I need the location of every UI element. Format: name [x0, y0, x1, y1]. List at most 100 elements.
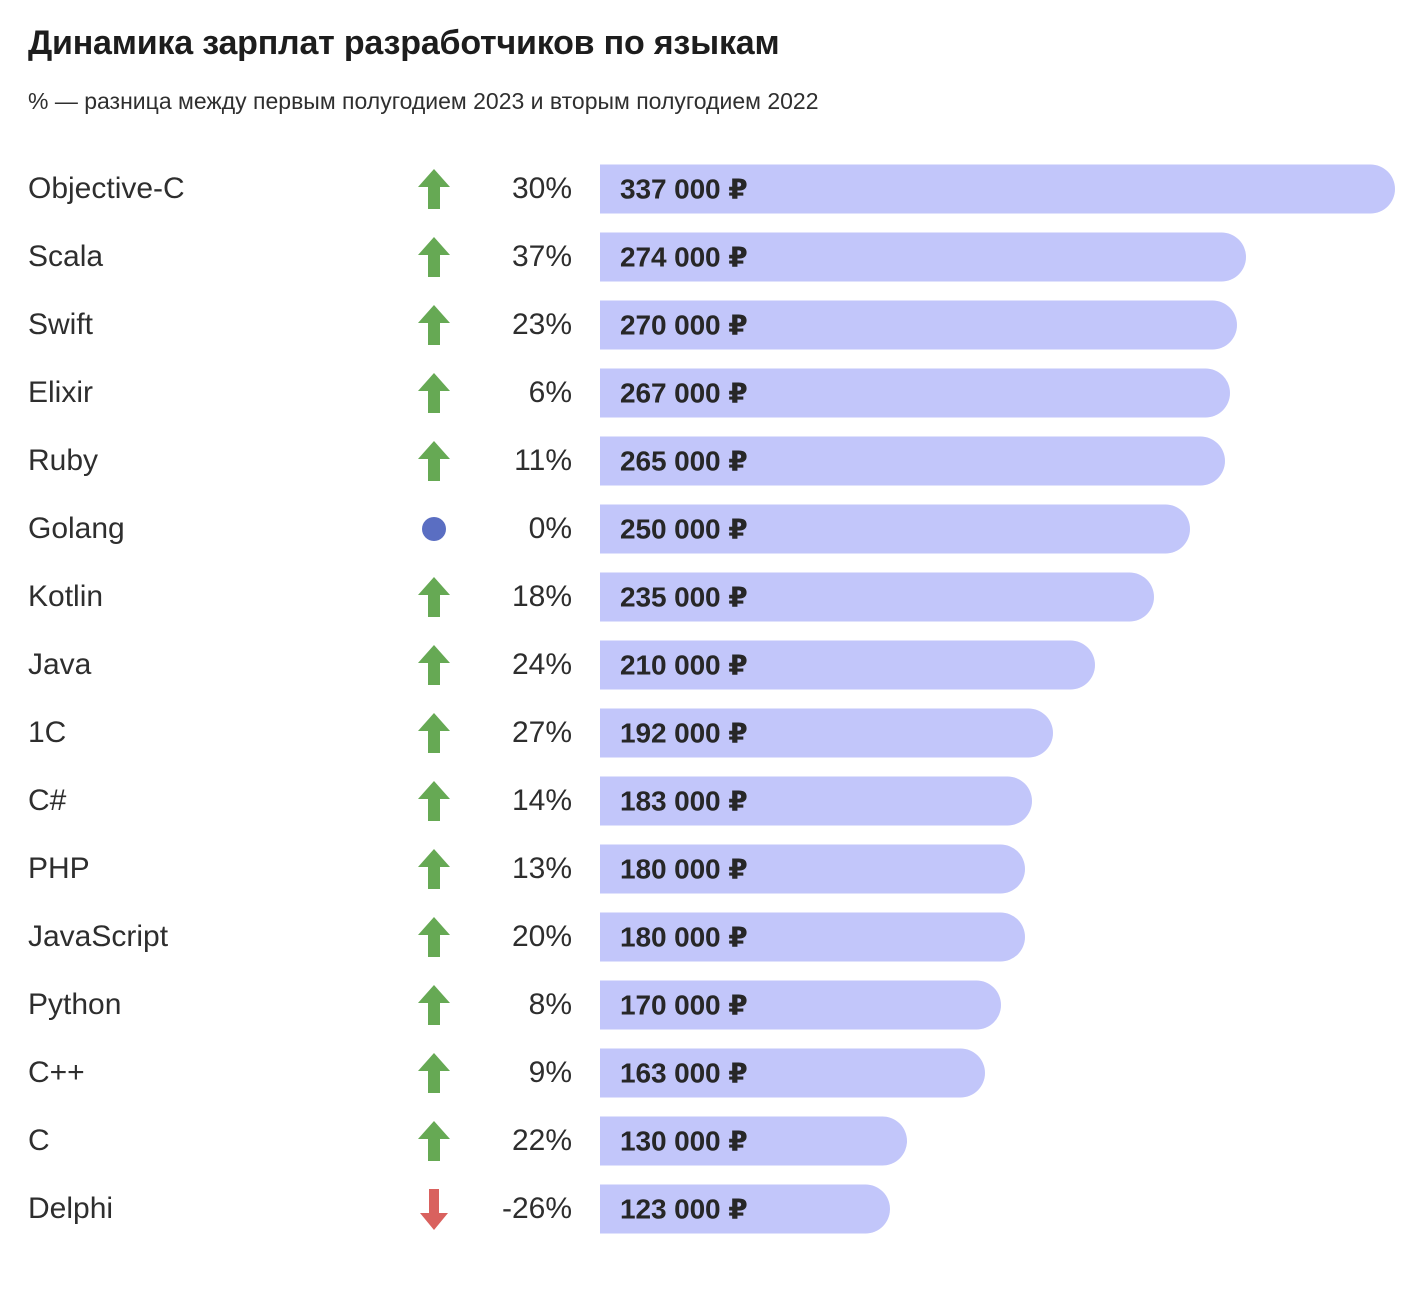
salary-value-label: 180 000 ₽ [620, 921, 748, 952]
salary-bar: 170 000 ₽ [600, 980, 1002, 1030]
bar-track: 170 000 ₽ [600, 980, 1422, 1030]
language-label: Python [28, 988, 122, 1021]
change-percent-label: 37% [511, 240, 572, 273]
salary-value-label: 265 000 ₽ [620, 445, 748, 476]
change-percent-label: 11% [514, 444, 572, 477]
salary-bar: 163 000 ₽ [600, 1048, 985, 1098]
table-row: Python 8% 170 000 ₽ [0, 971, 1422, 1039]
change-percent-label: 8% [528, 988, 572, 1021]
table-row: PHP 13% 180 000 ₽ [0, 835, 1422, 903]
language-label: Scala [28, 240, 104, 273]
bar-track: 180 000 ₽ [600, 912, 1422, 962]
language-label: Delphi [28, 1192, 114, 1225]
salary-bar: 180 000 ₽ [600, 912, 1025, 962]
language-label: Elixir [28, 376, 93, 409]
bar-track: 235 000 ₽ [600, 572, 1422, 622]
change-percent-label: 6% [528, 376, 572, 409]
table-row: Elixir 6% 267 000 ₽ [0, 359, 1422, 427]
salary-bar: 180 000 ₽ [600, 844, 1025, 894]
salary-bar: 130 000 ₽ [600, 1116, 907, 1166]
salary-value-label: 267 000 ₽ [620, 377, 748, 408]
salary-bar: 337 000 ₽ [600, 164, 1395, 214]
language-label: Java [28, 648, 92, 681]
change-percent-label: 18% [511, 580, 572, 613]
table-row: Ruby 11% 265 000 ₽ [0, 427, 1422, 495]
change-percent-label: 23% [511, 308, 572, 341]
table-row: Kotlin 18% 235 000 ₽ [0, 563, 1422, 631]
salary-bar: 265 000 ₽ [600, 436, 1226, 486]
language-label: Objective-C [28, 172, 185, 205]
table-row: Swift 23% 270 000 ₽ [0, 291, 1422, 359]
table-row: C++ 9% 163 000 ₽ [0, 1039, 1422, 1107]
salary-bar: 192 000 ₽ [600, 708, 1053, 758]
change-percent-label: 27% [511, 716, 572, 749]
table-row: C# 14% 183 000 ₽ [0, 767, 1422, 835]
salary-bar: 123 000 ₽ [600, 1184, 891, 1234]
bar-track: 183 000 ₽ [600, 776, 1422, 826]
bar-track: 267 000 ₽ [600, 368, 1422, 418]
salary-value-label: 270 000 ₽ [620, 309, 748, 340]
chart-rows: Objective-C 30% 337 000 ₽ Scala 37% 274 000 ₽… [0, 155, 1422, 1243]
language-label: 1C [28, 716, 67, 749]
salary-value-label: 337 000 ₽ [620, 173, 748, 204]
page-title: Динамика зарплат разработчиков по языкам [28, 24, 780, 62]
bar-track: 123 000 ₽ [600, 1184, 1422, 1234]
chart-subtitle: % — разница между первым полугодием 2023… [28, 88, 819, 114]
salary-dynamics-chart: Динамика зарплат разработчиков по языкам… [0, 0, 1422, 1291]
bar-track: 250 000 ₽ [600, 504, 1422, 554]
salary-value-label: 170 000 ₽ [620, 989, 748, 1020]
language-label: Golang [28, 512, 125, 545]
language-label: PHP [28, 852, 90, 885]
change-percent-label: 0% [528, 512, 572, 545]
bar-track: 130 000 ₽ [600, 1116, 1422, 1166]
salary-value-label: 183 000 ₽ [620, 785, 748, 816]
chart-header: Динамика зарплат разработчиков по языкам… [0, 0, 1422, 116]
salary-value-label: 123 000 ₽ [620, 1193, 748, 1224]
bar-track: 180 000 ₽ [600, 844, 1422, 894]
bar-track: 192 000 ₽ [600, 708, 1422, 758]
salary-bar: 267 000 ₽ [600, 368, 1230, 418]
salary-value-label: 130 000 ₽ [620, 1125, 748, 1156]
change-percent-label: -26% [501, 1192, 572, 1225]
table-row: 1C 27% 192 000 ₽ [0, 699, 1422, 767]
salary-value-label: 163 000 ₽ [620, 1057, 748, 1088]
bar-track: 274 000 ₽ [600, 232, 1422, 282]
change-percent-label: 20% [511, 920, 572, 953]
salary-bar: 250 000 ₽ [600, 504, 1190, 554]
change-percent-label: 24% [511, 648, 572, 681]
change-percent-label: 14% [511, 784, 572, 817]
change-percent-label: 9% [528, 1056, 572, 1089]
language-label: Kotlin [28, 580, 104, 613]
table-row: Delphi -26% 123 000 ₽ [0, 1175, 1422, 1243]
salary-bar: 274 000 ₽ [600, 232, 1247, 282]
table-row: Golang 0% 250 000 ₽ [0, 495, 1422, 563]
salary-value-label: 180 000 ₽ [620, 853, 748, 884]
change-percent-label: 22% [511, 1124, 572, 1157]
table-row: Java 24% 210 000 ₽ [0, 631, 1422, 699]
salary-value-label: 192 000 ₽ [620, 717, 748, 748]
bar-track: 337 000 ₽ [600, 164, 1422, 214]
bar-track: 265 000 ₽ [600, 436, 1422, 486]
salary-bar: 183 000 ₽ [600, 776, 1032, 826]
language-label: JavaScript [28, 920, 169, 953]
bar-track: 270 000 ₽ [600, 300, 1422, 350]
bar-track: 163 000 ₽ [600, 1048, 1422, 1098]
language-label: C [28, 1124, 50, 1157]
table-row: Objective-C 30% 337 000 ₽ [0, 155, 1422, 223]
salary-value-label: 250 000 ₽ [620, 513, 748, 544]
salary-value-label: 210 000 ₽ [620, 649, 748, 680]
table-row: JavaScript 20% 180 000 ₽ [0, 903, 1422, 971]
language-label: Swift [28, 308, 94, 341]
salary-bar: 235 000 ₽ [600, 572, 1155, 622]
bar-track: 210 000 ₽ [600, 640, 1422, 690]
table-row: C 22% 130 000 ₽ [0, 1107, 1422, 1175]
salary-bar: 210 000 ₽ [600, 640, 1096, 690]
salary-value-label: 274 000 ₽ [620, 241, 748, 272]
language-label: Ruby [28, 444, 99, 477]
table-row: Scala 37% 274 000 ₽ [0, 223, 1422, 291]
salary-bar: 270 000 ₽ [600, 300, 1237, 350]
language-label: C# [28, 784, 67, 817]
change-percent-label: 30% [511, 172, 572, 205]
salary-value-label: 235 000 ₽ [620, 581, 748, 612]
change-percent-label: 13% [511, 852, 572, 885]
